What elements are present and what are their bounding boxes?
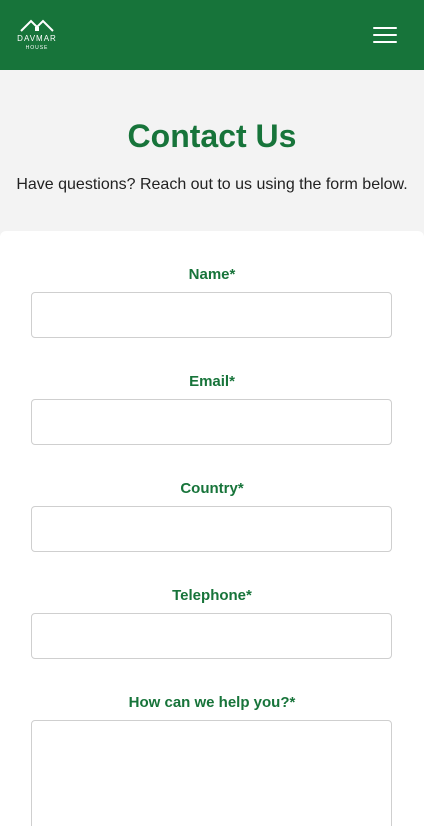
hamburger-menu-icon-line	[373, 41, 397, 43]
telephone-input[interactable]	[31, 613, 392, 659]
menu-button[interactable]	[371, 24, 399, 46]
name-input[interactable]	[31, 292, 392, 338]
country-label: Country*	[180, 480, 244, 497]
logo-name: DAVMAR	[17, 34, 57, 43]
name-label: Name*	[188, 266, 236, 283]
message-textarea[interactable]	[31, 720, 392, 826]
hamburger-menu-icon	[373, 27, 397, 29]
logo-subtitle: HOUSE	[25, 45, 49, 51]
site-header: DAVMAR HOUSE	[0, 0, 424, 70]
page-subtitle: Have questions? Reach out to us using th…	[16, 176, 408, 193]
telephone-label: Telephone*	[172, 587, 252, 604]
message-label: How can we help you?*	[128, 694, 296, 711]
page-title: Contact Us	[127, 118, 297, 154]
country-input[interactable]	[31, 506, 392, 552]
house-roof-icon	[20, 19, 54, 32]
email-input[interactable]	[31, 399, 392, 445]
email-label: Email*	[189, 373, 235, 390]
logo[interactable]: DAVMAR HOUSE	[12, 18, 62, 54]
hamburger-menu-icon-line	[373, 34, 397, 36]
